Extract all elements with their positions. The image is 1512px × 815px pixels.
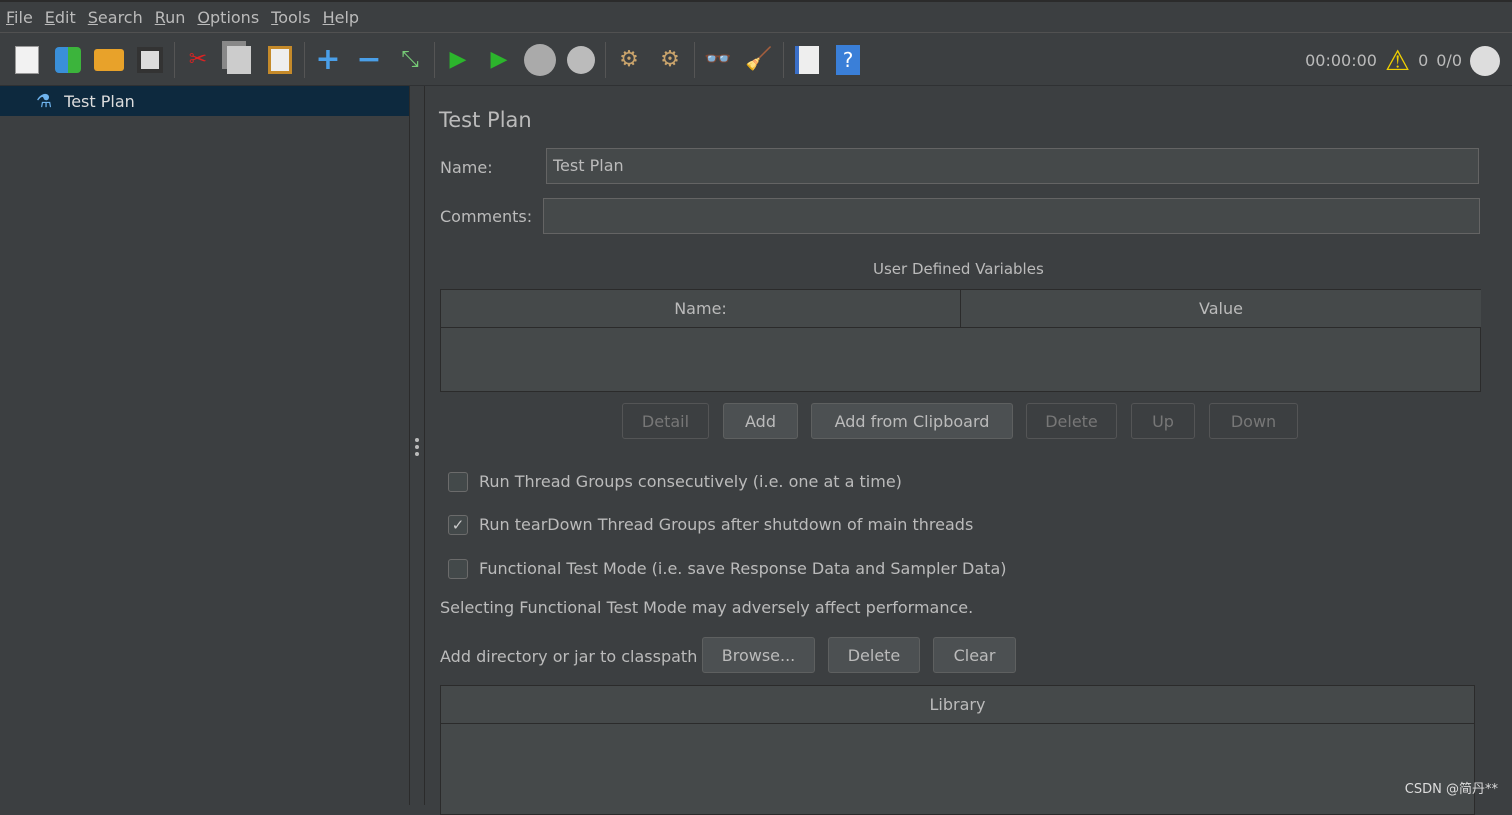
toggle-icon[interactable]: ⤡ — [393, 43, 427, 77]
shutdown-icon[interactable] — [564, 43, 598, 77]
name-field[interactable]: Test Plan — [546, 148, 1479, 184]
toolbar-separator — [304, 41, 305, 78]
classpath-clear-button[interactable]: Clear — [933, 637, 1016, 673]
menu-help[interactable]: Help — [323, 8, 359, 27]
run-consecutively-label[interactable]: Run Thread Groups consecutively (i.e. on… — [479, 472, 902, 491]
menubar: File Edit Search Run Options Tools Help — [0, 0, 1512, 33]
templates-icon[interactable] — [51, 43, 85, 77]
expand-icon[interactable]: + — [311, 42, 345, 77]
tree-node-label: Test Plan — [64, 91, 135, 111]
function-helper-icon[interactable] — [790, 43, 824, 77]
toolbar: ✂ + − ⤡ ▶ ▶ ⚙ ⚙ 👓 🧹 ? — [0, 34, 1512, 86]
elapsed-timer: 00:00:00 — [1305, 51, 1377, 70]
split-pane-divider[interactable] — [410, 86, 425, 805]
toolbar-separator — [783, 41, 784, 78]
cut-icon[interactable]: ✂ — [181, 43, 215, 77]
column-header-library[interactable]: Library — [441, 686, 1474, 724]
search-icon[interactable]: 👓 — [701, 43, 735, 77]
functional-mode-label[interactable]: Functional Test Mode (i.e. save Response… — [479, 559, 1007, 578]
detail-button[interactable]: Detail — [622, 403, 709, 439]
status-area: 00:00:00 ⚠ 0 0/0 — [1305, 44, 1500, 77]
stop-icon[interactable] — [523, 43, 557, 77]
functional-mode-warning: Selecting Functional Test Mode may adver… — [440, 598, 974, 617]
run-teardown-label[interactable]: Run tearDown Thread Groups after shutdow… — [479, 515, 973, 534]
menu-search[interactable]: Search — [88, 8, 143, 27]
classpath-label: Add directory or jar to classpath — [440, 647, 698, 666]
reset-search-icon[interactable]: 🧹 — [742, 43, 776, 77]
library-table[interactable]: Library — [440, 685, 1475, 815]
add-from-clipboard-button[interactable]: Add from Clipboard — [811, 403, 1013, 439]
column-header-value[interactable]: Value — [961, 290, 1481, 328]
error-count: 0 — [1418, 51, 1429, 70]
column-header-name[interactable]: Name: — [441, 290, 961, 328]
test-plan-editor: Test Plan Name: Test Plan Comments: User… — [425, 86, 1512, 815]
menu-run[interactable]: Run — [155, 8, 186, 27]
paste-icon[interactable] — [263, 43, 297, 77]
collapse-icon[interactable]: − — [352, 42, 386, 77]
functional-mode-checkbox[interactable] — [448, 559, 468, 579]
classpath-delete-button[interactable]: Delete — [828, 637, 920, 673]
remote-status-icon — [1470, 45, 1500, 76]
copy-icon[interactable] — [222, 43, 256, 77]
menu-options[interactable]: Options — [197, 8, 259, 27]
watermark: CSDN @简丹** — [1404, 782, 1498, 797]
delete-button[interactable]: Delete — [1026, 403, 1117, 439]
tree-panel: ⚗ Test Plan — [0, 86, 410, 805]
menu-edit[interactable]: Edit — [45, 8, 76, 27]
save-icon[interactable] — [133, 43, 167, 77]
comments-label: Comments: — [440, 207, 533, 226]
page-title: Test Plan — [439, 108, 532, 132]
up-button[interactable]: Up — [1131, 403, 1195, 439]
flask-icon: ⚗ — [36, 90, 53, 112]
toolbar-separator — [605, 41, 606, 78]
add-button[interactable]: Add — [723, 403, 798, 439]
clear-all-icon[interactable]: ⚙ — [653, 43, 687, 77]
start-icon[interactable]: ▶ — [441, 43, 475, 77]
new-icon[interactable] — [10, 43, 44, 77]
run-consecutively-checkbox[interactable] — [448, 472, 468, 492]
run-teardown-checkbox[interactable]: ✓ — [448, 515, 468, 535]
browse-button[interactable]: Browse... — [702, 637, 815, 673]
thread-count: 0/0 — [1436, 51, 1462, 70]
start-no-pauses-icon[interactable]: ▶ — [482, 43, 516, 77]
clear-icon[interactable]: ⚙ — [612, 43, 646, 77]
name-label: Name: — [440, 158, 493, 177]
warning-icon[interactable]: ⚠ — [1385, 44, 1410, 77]
tree-node-test-plan[interactable]: ⚗ Test Plan — [0, 86, 409, 116]
toolbar-separator — [174, 41, 175, 78]
toolbar-separator — [694, 41, 695, 78]
udv-title: User Defined Variables — [873, 260, 1044, 278]
down-button[interactable]: Down — [1209, 403, 1298, 439]
udv-table[interactable]: Name: Value — [440, 289, 1481, 392]
toolbar-separator — [434, 41, 435, 78]
help-icon[interactable]: ? — [831, 43, 865, 77]
open-icon[interactable] — [92, 43, 126, 77]
menu-file[interactable]: File — [6, 8, 33, 27]
comments-field[interactable] — [543, 198, 1480, 234]
menu-tools[interactable]: Tools — [271, 8, 310, 27]
